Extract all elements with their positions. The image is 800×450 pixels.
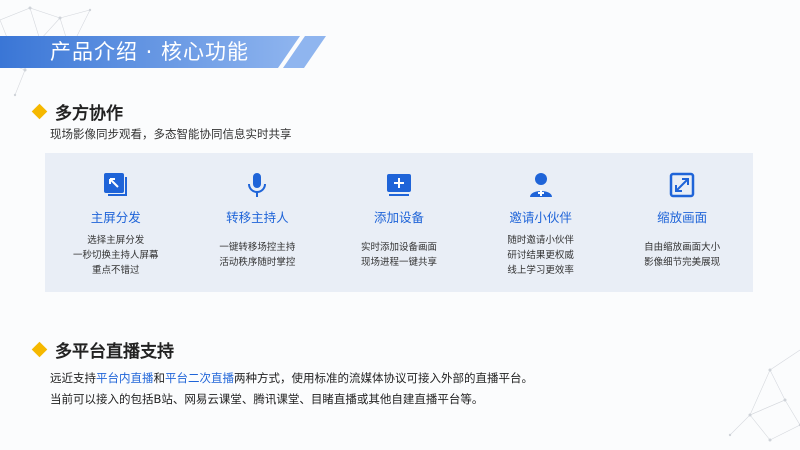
feature-name: 缩放画面 [657, 210, 708, 225]
feature-desc-line: 线上学习更效率 [507, 264, 574, 276]
feature-name: 添加设备 [373, 210, 424, 225]
feature-item: 主屏分发 选择主屏分发 一秒切换主持人屏幕 重点不错过 [45, 153, 187, 292]
feature-desc-line: 影像细节完美展现 [644, 257, 721, 268]
feature-desc-line: 一键转移场控主持 [219, 242, 296, 253]
header-banner: 产品介绍 · 核心功能 [0, 36, 330, 68]
microphone-icon [248, 173, 267, 197]
scale-screen-icon [669, 172, 695, 198]
feature-description: 选择主屏分发 一秒切换主持人屏幕 重点不错过 [73, 232, 159, 278]
section-header-live-streaming: 多平台直播支持 [31, 337, 174, 362]
paragraph-supported-platforms: 当前可以接入的包括B站、网易云课堂、腾讯课堂、目睹直播或其他自建直播平台等。 [50, 392, 484, 406]
feature-description: 自由缩放画面大小 影像细节完美展现 [644, 232, 720, 278]
section-title: 多平台直播支持 [55, 342, 174, 362]
feature-name: 转移主持人 [226, 210, 289, 225]
feature-desc-line: 活动秩序随时掌控 [219, 257, 296, 268]
feature-description: 一键转移场控主持 活动秩序随时掌控 [219, 232, 295, 278]
feature-item: 邀请小伙伴 随时邀请小伙伴 研讨结果更权威 线上学习更效率 [470, 153, 612, 292]
diamond-bullet-icon [31, 103, 48, 120]
diamond-bullet-icon [31, 341, 48, 358]
feature-item: 添加设备 实时添加设备画面 现场进程一键共享 [328, 153, 470, 292]
feature-desc-line: 现场进程一键共享 [360, 257, 437, 268]
text-span: 两种方式，使用标准的流媒体协议可接入外部的直播平台。 [234, 371, 533, 385]
text-span: 远近支持 [50, 371, 96, 385]
feature-item: 转移主持人 一键转移场控主持 活动秩序随时掌控 [187, 153, 329, 292]
feature-description: 实时添加设备画面 现场进程一键共享 [361, 232, 437, 278]
features-panel: 主屏分发 选择主屏分发 一秒切换主持人屏幕 重点不错过 转移主持人 一键转移场控… [45, 153, 753, 292]
feature-desc-line: 随时邀请小伙伴 [507, 234, 574, 246]
feature-name: 主屏分发 [90, 210, 141, 225]
feature-item: 缩放画面 自由缩放画面大小 影像细节完美展现 [611, 153, 753, 292]
feature-desc-line: 选择主屏分发 [87, 234, 145, 246]
add-device-icon [386, 174, 411, 196]
section-title: 多方协作 [55, 104, 123, 124]
feature-desc-line: 重点不错过 [92, 264, 140, 276]
feature-name: 邀请小伙伴 [509, 210, 572, 225]
section-header-collaboration: 多方协作 [31, 99, 123, 124]
highlight-in-platform-live: 平台内直播 [96, 371, 154, 385]
network-decoration-bottom-right [728, 349, 800, 442]
section-subtitle: 现场影像同步观看，多态智能协同信息实时共享 [50, 127, 292, 141]
feature-desc-line: 一秒切换主持人屏幕 [73, 249, 159, 261]
feature-description: 随时邀请小伙伴 研讨结果更权威 线上学习更效率 [507, 232, 574, 278]
feature-desc-line: 自由缩放画面大小 [644, 242, 721, 253]
highlight-secondary-live: 平台二次直播 [165, 371, 234, 385]
feature-desc-line: 实时添加设备画面 [360, 242, 437, 253]
add-person-icon [529, 173, 552, 197]
text-span: 和 [153, 371, 166, 385]
feature-desc-line: 研讨结果更权威 [507, 249, 574, 261]
paragraph-streaming-modes: 远近支持平台内直播和平台二次直播两种方式，使用标准的流媒体协议可接入外部的直播平… [50, 370, 533, 386]
screen-share-icon [103, 173, 127, 196]
page-title: 产品介绍 · 核心功能 [50, 40, 250, 64]
